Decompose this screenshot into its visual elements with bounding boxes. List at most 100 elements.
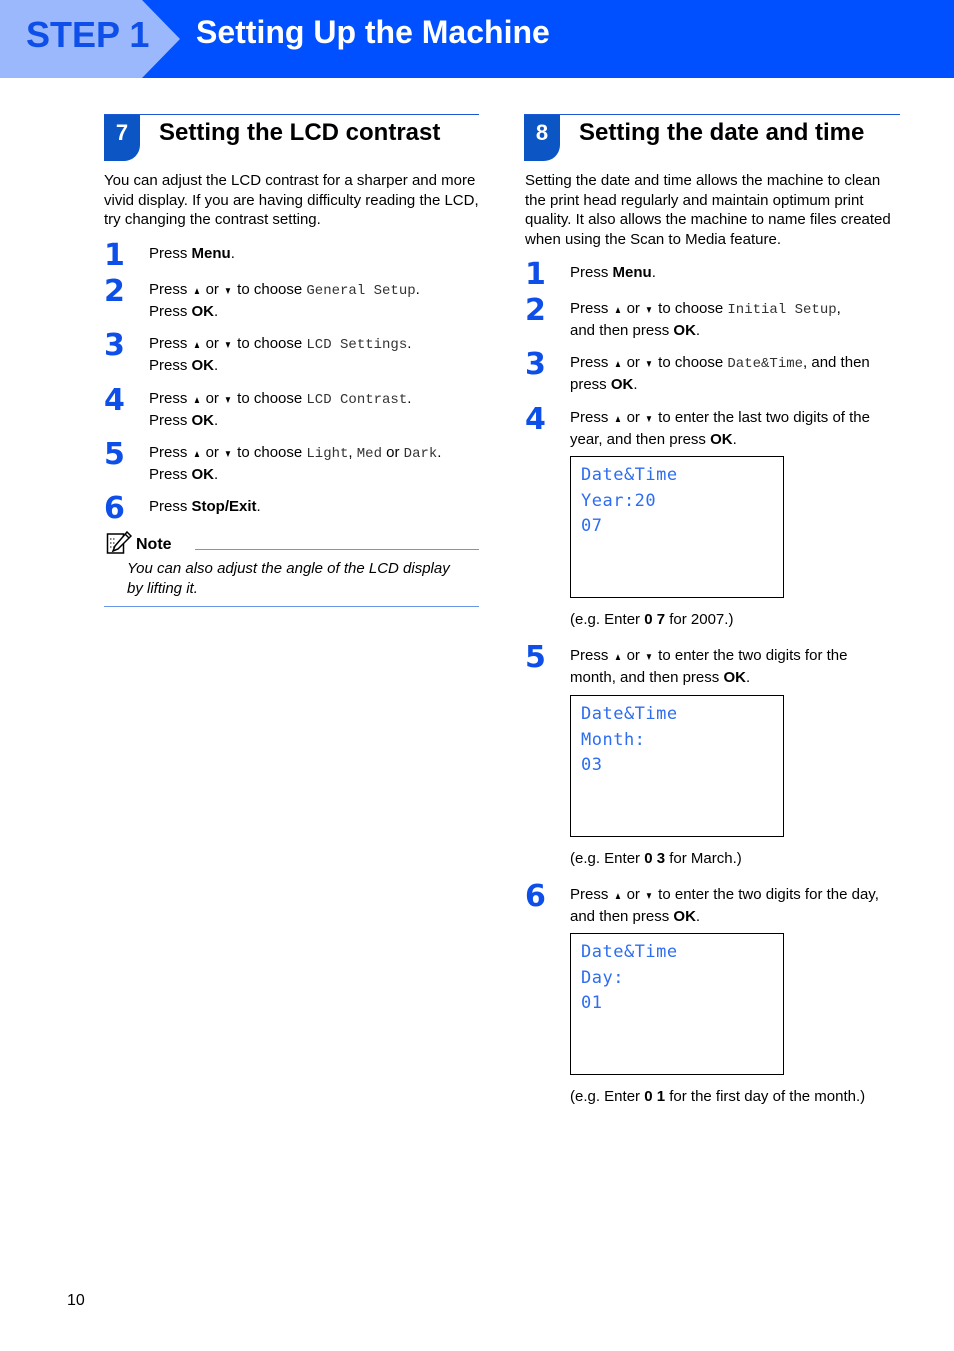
step-number: 3 — [104, 328, 125, 363]
button-name: OK — [191, 302, 215, 320]
step-text: Press ▲ or ▼ to choose Initial Setup, and… — [570, 299, 841, 340]
note-text-line: by lifting it. — [127, 579, 198, 597]
section-title: Setting the date and time — [579, 119, 865, 146]
text-run: . — [214, 302, 219, 320]
page-title: Setting Up the Machine — [196, 14, 550, 50]
lcd-display: Date&Time Year:20 07 — [570, 456, 784, 598]
text-run: Press — [149, 356, 192, 374]
text-run: to choose — [233, 444, 307, 461]
step-text-line: Press OK. — [149, 302, 420, 322]
lcd-line: Date&Time — [581, 942, 678, 962]
text-run: Press — [149, 498, 192, 515]
step-number: 1 — [104, 238, 125, 273]
text-run: (e.g. Enter — [570, 850, 645, 867]
step-number: 5 — [104, 437, 125, 472]
text-run: or — [622, 647, 645, 664]
down-arrow-icon: ▼ — [224, 340, 233, 351]
text-run: . — [407, 335, 412, 352]
text-run: to choose — [233, 335, 307, 352]
step-number: 3 — [525, 347, 546, 382]
button-name: OK — [673, 321, 696, 339]
text-run: (e.g. Enter — [570, 611, 645, 628]
lcd-display: Date&Time Month: 03 — [570, 695, 784, 837]
text-run: Press — [570, 300, 613, 317]
step-text: Press ▲ or ▼ to enter the two digits for… — [570, 646, 847, 687]
section-header-lcd-contrast: 7 Setting the LCD contrast — [104, 114, 479, 162]
step-text-line: Press Menu. — [149, 244, 235, 264]
lcd-line: Month: — [581, 729, 646, 750]
section-intro: You can adjust the LCD contrast for a sh… — [104, 172, 479, 228]
text-run: Press — [149, 390, 192, 407]
text-run: . — [651, 264, 656, 281]
button-name: 0 7 — [644, 611, 666, 628]
lcd-menu-option: LCD Contrast — [306, 392, 408, 408]
up-arrow-icon: ▲ — [192, 340, 201, 351]
step-text: Press ▲ or ▼ to choose LCD Contrast. Pres… — [149, 389, 411, 430]
step-label: STEP 1 — [26, 14, 150, 55]
text-run: to choose — [654, 300, 728, 317]
text-run: . — [407, 390, 412, 407]
down-arrow-icon: ▼ — [645, 414, 654, 425]
step-number: 6 — [104, 491, 125, 526]
button-name: OK — [673, 907, 696, 925]
step-text-line: Press Menu. — [570, 263, 656, 283]
text-run: . — [695, 907, 701, 925]
step-number: 1 — [525, 257, 546, 292]
lcd-caption: (e.g. Enter 0 3 for March.) — [570, 850, 742, 867]
lcd-line: 07 — [581, 516, 603, 536]
step-text-line: Press ▲ or ▼ to choose General Setup. — [149, 280, 420, 302]
step-text-line: and then press OK. — [570, 907, 879, 927]
up-arrow-icon: ▲ — [613, 359, 622, 370]
section-number-badge: 7 — [104, 115, 140, 161]
lcd-line: Day: — [581, 967, 624, 988]
text-run: . — [633, 375, 638, 393]
step-number: 2 — [104, 274, 125, 309]
down-arrow-icon: ▼ — [224, 286, 233, 297]
step-text-line: Press OK. — [149, 356, 411, 376]
step-text-line: Press ▲ or ▼ to choose Initial Setup, — [570, 299, 841, 321]
button-name: OK — [610, 375, 634, 393]
up-arrow-icon: ▲ — [613, 414, 622, 425]
text-run: . — [732, 430, 737, 448]
lcd-menu-option: Dark — [403, 446, 438, 462]
up-arrow-icon: ▲ — [192, 286, 201, 297]
text-run: Press — [149, 302, 192, 320]
step-text-line: Press ▲ or ▼ to choose Light, Med or Dar… — [149, 443, 441, 465]
text-run: Press — [570, 886, 613, 903]
step-text: Press ▲ or ▼ to enter the last two digit… — [570, 408, 870, 449]
text-run: Press — [570, 354, 613, 371]
text-run: . — [214, 465, 219, 483]
text-run: Press — [570, 264, 613, 281]
step-text: Press Menu. — [570, 263, 656, 283]
step-text-line: Press ▲ or ▼ to choose LCD Settings. — [149, 334, 411, 356]
section-intro: Setting the date and time allows the mac… — [525, 172, 891, 248]
lcd-menu-option: General Setup — [306, 283, 416, 299]
text-run: Press — [149, 281, 192, 298]
up-arrow-icon: ▲ — [613, 891, 622, 902]
lcd-menu-option: Light — [306, 446, 349, 462]
button-name: Menu — [191, 245, 231, 262]
step-text-line: year, and then press OK. — [570, 430, 870, 450]
text-run: to choose — [654, 354, 728, 371]
down-arrow-icon: ▼ — [645, 891, 654, 902]
down-arrow-icon: ▼ — [224, 449, 233, 460]
step-text: Press ▲ or ▼ to choose Date&Time, and th… — [570, 353, 870, 394]
up-arrow-icon: ▲ — [192, 395, 201, 406]
button-name: OK — [723, 668, 746, 686]
button-name: Stop/Exit — [191, 498, 257, 515]
step-text-line: Press ▲ or ▼ to choose Date&Time, and th… — [570, 353, 870, 375]
note-text-line: You can also adjust the angle of the LCD… — [127, 560, 450, 577]
step-text-line: Press OK. — [149, 465, 441, 485]
down-arrow-icon: ▼ — [645, 359, 654, 370]
down-arrow-icon: ▼ — [224, 395, 233, 406]
step-text: Press ▲ or ▼ to choose Light, Med or Dar… — [149, 443, 441, 484]
text-run: Press — [149, 465, 192, 483]
note-header: Note — [106, 531, 479, 555]
text-run: or — [201, 444, 224, 461]
step-text-line: Press ▲ or ▼ to enter the two digits for… — [570, 646, 847, 668]
button-name: 0 3 — [644, 850, 666, 867]
note-bottom-divider — [104, 606, 479, 607]
lcd-menu-option: LCD Settings — [306, 337, 408, 353]
down-arrow-icon: ▼ — [645, 305, 654, 316]
note-divider — [195, 549, 479, 550]
